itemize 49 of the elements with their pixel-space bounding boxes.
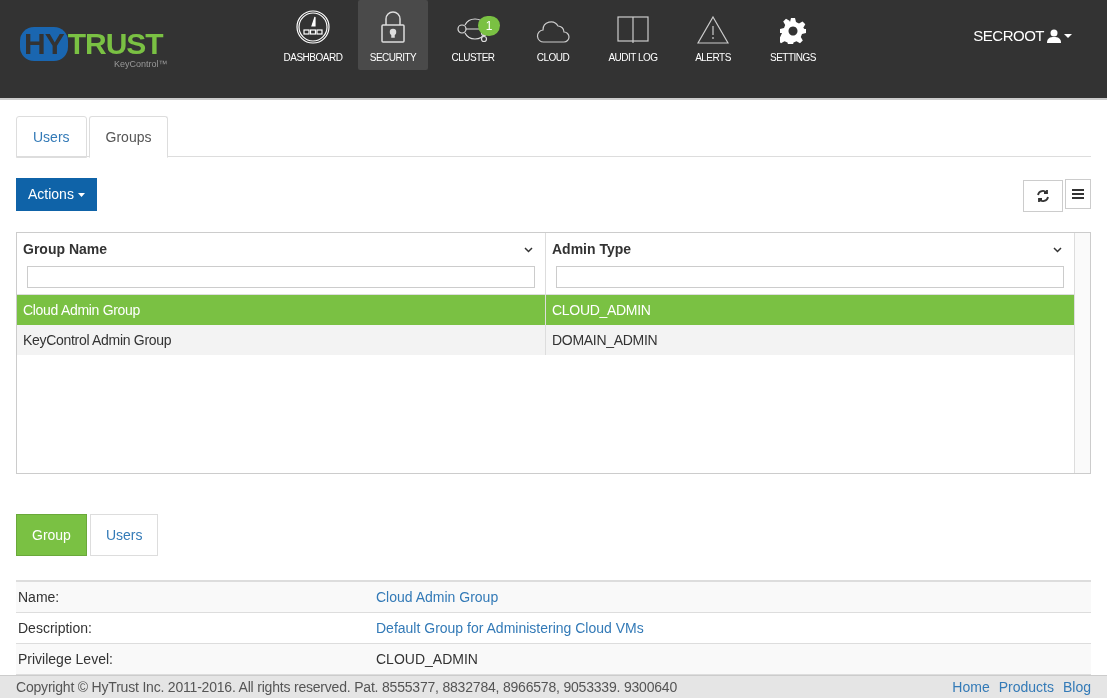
nav-item[interactable]: CLUSTER 1 xyxy=(438,0,508,70)
footer-link[interactable]: Home xyxy=(952,676,990,698)
nav-item[interactable]: ALERTS xyxy=(678,0,748,70)
actions-button[interactable]: Actions xyxy=(16,178,97,211)
column-header[interactable]: Admin Type xyxy=(552,239,632,260)
refresh-button[interactable] xyxy=(1023,179,1063,212)
settings-icon xyxy=(780,18,806,44)
nav-item[interactable]: AUDIT LOG xyxy=(598,0,668,70)
nav-item[interactable]: DASHBOARD xyxy=(278,0,348,70)
field-label: Name: xyxy=(17,587,61,607)
filter-field[interactable] xyxy=(556,266,1064,288)
table-cell: KeyControl Admin Group xyxy=(17,325,546,355)
warning-icon xyxy=(697,16,729,44)
lock-icon xyxy=(380,10,406,44)
copyright-text: Copyright © HyTrust Inc. 2011-2016. All rights reserved. Pat. 8555377, 8832784, 8966578, 9053339. 9300640 xyxy=(16,677,677,697)
chevron-down-icon[interactable] xyxy=(524,246,533,253)
footer-link[interactable]: Products xyxy=(998,676,1054,698)
table-cell-text: CLOUD_ADMIN xyxy=(551,300,652,320)
footer-link[interactable]: Blog xyxy=(1062,676,1091,698)
user-menu[interactable]: SECROOT xyxy=(973,24,1072,48)
column-header[interactable]: Group Name xyxy=(23,239,107,260)
nav-item[interactable]: CLOUD xyxy=(518,0,588,70)
product-name: KeyControl™ xyxy=(114,57,169,71)
count-badge: 1 xyxy=(478,16,500,36)
field-label: Privilege Level: xyxy=(17,649,114,669)
gauge-icon xyxy=(296,10,330,44)
menu-icon xyxy=(1072,188,1084,199)
field-value-link[interactable]: Default Group for Administering Cloud VMs xyxy=(376,617,644,639)
nav-item[interactable]: SETTINGS xyxy=(758,0,828,70)
logo-text: TRUST xyxy=(67,26,163,60)
nav-item[interactable]: SECURITY xyxy=(358,0,428,70)
book-icon xyxy=(617,16,649,44)
refresh-icon xyxy=(1036,188,1050,203)
cloud-icon xyxy=(536,18,570,44)
caret-icon xyxy=(1064,34,1072,38)
table-cell-text: DOMAIN_ADMIN xyxy=(551,330,659,350)
user-icon xyxy=(1047,29,1061,43)
tab[interactable]: Groups xyxy=(88,116,169,158)
logo-text: HY xyxy=(20,26,68,61)
field-label: Description: xyxy=(17,618,93,638)
field-value-link[interactable]: Cloud Admin Group xyxy=(376,586,499,608)
caret-icon xyxy=(77,192,85,197)
chevron-down-icon[interactable] xyxy=(1053,246,1062,253)
filter-field[interactable] xyxy=(27,266,535,288)
menu-button[interactable] xyxy=(1065,178,1091,209)
tab[interactable]: Users xyxy=(16,116,87,158)
table-row[interactable]: KeyControl Admin Group DOMAIN_ADMIN xyxy=(17,325,1074,355)
tab[interactable]: Users xyxy=(89,514,159,556)
field-value: CLOUD_ADMIN xyxy=(376,649,478,669)
